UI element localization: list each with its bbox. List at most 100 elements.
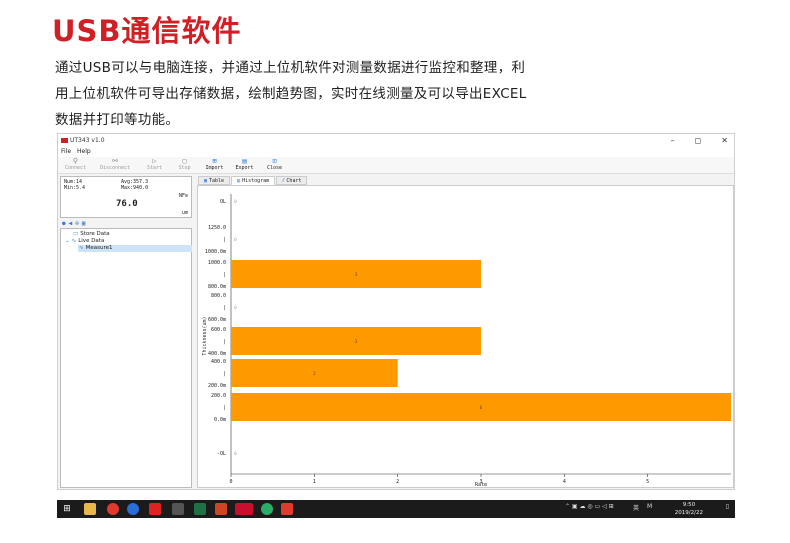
description-line-1: 通过USB可以与电脑连接，并通过上位机软件对测量数据进行监控和整理，利 (55, 60, 526, 76)
window-title: UT343 v1.0 (70, 137, 105, 144)
ut343-app-icon[interactable] (235, 503, 253, 515)
y-tick-label: 200.0m (208, 383, 226, 389)
ime-mode-indicator[interactable]: M (647, 503, 652, 510)
start-button[interactable]: ▷ Start (141, 157, 168, 173)
y-tick-label: 400.0m (208, 351, 226, 357)
export-icon: ▤ (242, 157, 247, 165)
tab-chart[interactable]: ⫽ Chart (276, 176, 308, 185)
title-bar: UT343 v1.0 – ◻ ✕ (58, 134, 734, 148)
y-tick-label: | (223, 272, 226, 278)
x-axis-label: Rate (475, 482, 487, 488)
app-logo-icon (61, 138, 68, 143)
powerpoint-icon[interactable] (215, 503, 227, 515)
y-tick-label: | (223, 305, 226, 311)
close-file-button[interactable]: ⊡ Close (261, 157, 288, 173)
bar-value-label: 0 (234, 199, 237, 205)
news-app-icon[interactable] (149, 503, 161, 515)
chat-app-icon[interactable] (127, 503, 139, 515)
bar-value-label: 0 (234, 451, 237, 457)
bar-value-label: 2 (313, 371, 316, 377)
x-tick-label: 0 (229, 479, 232, 485)
bar-value-label: 6 (480, 405, 483, 411)
connect-button[interactable]: ⚲ Connect (62, 157, 89, 173)
unlink-icon: ⚯ (112, 157, 118, 165)
y-tick-label: 1250.0 (208, 225, 226, 231)
y-tick-label: 200.0 (211, 393, 226, 399)
y-tick-label: -OL (217, 451, 226, 457)
reading-unit: um (181, 210, 188, 216)
left-panel: Num:14 Avg:357.3 Min:5.4 Max:940.0 NFe 7… (60, 176, 192, 488)
probe-mode: NFe (178, 193, 188, 199)
windows-start-icon[interactable]: ⊞ (61, 503, 73, 515)
close-button[interactable]: ✕ (721, 136, 728, 145)
x-tick-label: 1 (313, 479, 316, 485)
tree-toolbar: ● ◀ ⊕ ▣ (62, 220, 86, 227)
notification-icon[interactable]: ▯ (726, 503, 729, 510)
histogram-chart: 0 OL 0 1250.0 | 1000.0m 3 1000.0 | 800.0m 0 800.0 | 6… (197, 185, 734, 488)
folder-icon: ▭ (73, 231, 79, 237)
wave-icon: ∿ (79, 245, 84, 251)
disconnect-button[interactable]: ⚯ Disconnect (92, 157, 138, 173)
tab-table[interactable]: ▦ Table (198, 176, 231, 185)
pdf-reader-icon[interactable] (281, 503, 293, 515)
y-axis-label: Thickness(um) (202, 316, 208, 355)
y-tick-label: | (223, 405, 226, 411)
reading-minimum: Min:5.4 (64, 185, 86, 191)
calculator-icon[interactable] (172, 503, 184, 515)
tree-item-store-data[interactable]: ▭ Store Data (73, 231, 110, 238)
histogram-svg: 0 OL 0 1250.0 | 1000.0m 3 1000.0 | 800.0m 0 800.0 | 6… (202, 194, 731, 488)
file-explorer-icon[interactable] (84, 503, 96, 515)
app-window: UT343 v1.0 – ◻ ✕ File Help ⚲ Connect ⚯ Dis… (57, 133, 735, 490)
input-method-indicator[interactable]: 英 (633, 503, 639, 512)
y-tick-label: 1000.0m (205, 249, 226, 255)
speaker-icon[interactable]: ◀ (69, 220, 73, 227)
reading-maximum: Max:940.0 (121, 185, 149, 191)
bar-value-label: 0 (234, 237, 237, 243)
minimize-button[interactable]: – (671, 136, 675, 145)
play-icon: ▷ (152, 157, 157, 165)
system-clock[interactable]: 9:50 2019/2/22 (675, 501, 703, 517)
tree-item-live-data[interactable]: ⌄ ∿ Live Data (65, 238, 104, 245)
x-tick-label: 2 (396, 479, 399, 485)
pulse-icon: ∿ (71, 238, 77, 244)
y-tick-label: 1000.0 (208, 260, 226, 266)
stop-button[interactable]: ▢ Stop (171, 157, 198, 173)
bar-value-label: 0 (234, 305, 237, 311)
pin-icon[interactable]: ● (62, 220, 66, 227)
add-icon[interactable]: ⊕ (75, 220, 79, 227)
bar-value-label: 3 (355, 339, 358, 345)
table-icon: ▦ (204, 178, 208, 184)
link-icon: ⚲ (72, 157, 79, 165)
y-tick-label: 600.0m (208, 317, 226, 323)
y-tick-label: 600.0 (211, 327, 226, 333)
histogram-icon: ▥ (237, 178, 241, 184)
import-icon: ⊞ (212, 157, 217, 165)
delete-icon[interactable]: ▣ (82, 220, 86, 227)
menu-help[interactable]: Help (77, 148, 91, 157)
import-button[interactable]: ⊞ Import (201, 157, 228, 173)
data-tree: ▭ Store Data ⌄ ∿ Live Data ∿ Measure1 (60, 228, 192, 488)
tree-item-measure1[interactable]: ∿ Measure1 (78, 245, 192, 252)
y-tick-label: | (223, 371, 226, 377)
browser-icon[interactable] (107, 503, 119, 515)
stop-icon: ▢ (182, 157, 187, 165)
toolbar: ⚲ Connect ⚯ Disconnect ▷ Start ▢ Stop ⊞ Impor… (58, 157, 734, 174)
expand-icon[interactable]: ⌄ (65, 238, 70, 244)
wechat-icon[interactable] (261, 503, 273, 515)
export-button[interactable]: ▤ Export (231, 157, 258, 173)
tab-histogram[interactable]: ▥ Histogram (231, 176, 276, 185)
page: USB通信软件 通过USB可以与电脑连接，并通过上位机软件对测量数据进行监控和整… (0, 0, 790, 543)
close-doc-icon: ⊡ (272, 157, 277, 165)
bar-value-label: 3 (355, 272, 358, 278)
tray-icons[interactable]: ⌃ ▣ ☁ ◎ ▭ ◁ ⊞ (565, 503, 614, 510)
description-line-3: 数据并打印等功能。 (55, 112, 180, 128)
menu-file[interactable]: File (61, 148, 71, 157)
taskbar: ⊞ ⌃ ▣ ☁ ◎ ▭ ◁ ⊞ 英 M 9:50 2019/2/22 ▯ (57, 500, 735, 518)
maximize-button[interactable]: ◻ (695, 136, 702, 145)
y-tick-label: | (223, 237, 226, 243)
y-tick-label: 400.0 (211, 359, 226, 365)
excel-icon[interactable] (194, 503, 206, 515)
y-tick-label: 800.0m (208, 284, 226, 290)
y-tick-label: OL (220, 199, 226, 205)
y-tick-label: 800.0 (211, 293, 226, 299)
